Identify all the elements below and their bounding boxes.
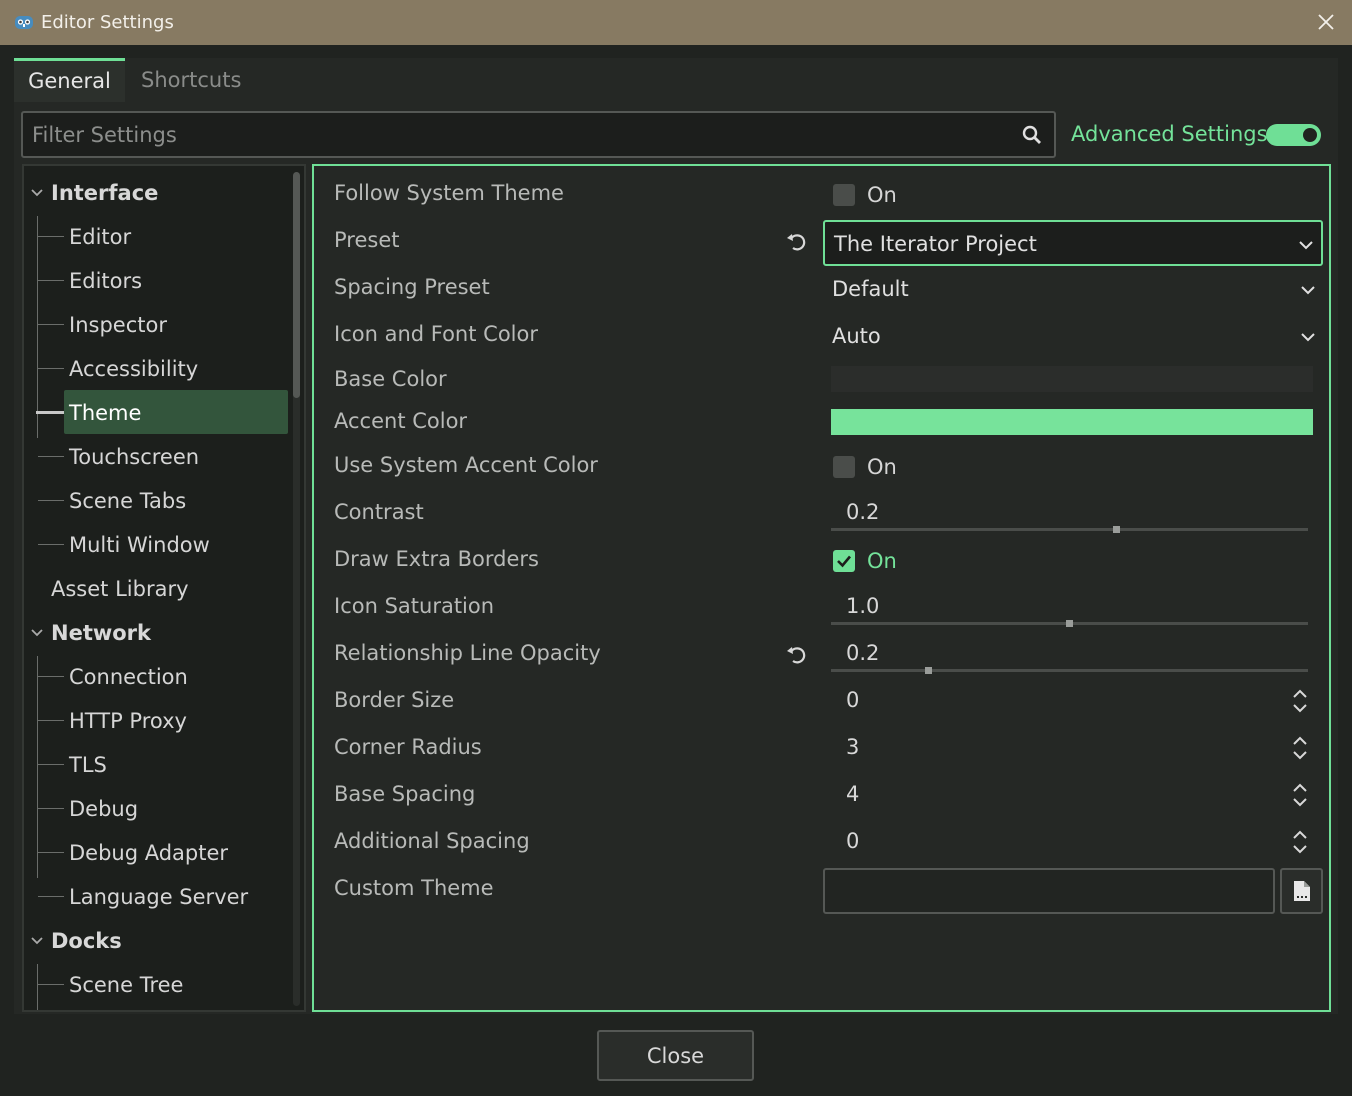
tree-item-touchscreen[interactable]: Touchscreen [24, 434, 294, 478]
chevron-down-icon[interactable] [30, 186, 44, 200]
tree-item-theme[interactable]: Theme [24, 390, 294, 434]
spacing-preset-value: Default [832, 277, 909, 301]
window-title: Editor Settings [41, 12, 174, 33]
prop-accent-color: Accent Color [334, 409, 468, 433]
spinner-arrows-icon[interactable] [1290, 829, 1310, 855]
corner-radius-value[interactable]: 3 [846, 735, 859, 759]
draw-extra-borders-checkbox[interactable] [833, 550, 855, 572]
custom-theme-path-input[interactable] [823, 868, 1275, 914]
prop-contrast: Contrast [334, 500, 424, 524]
prop-preset: Preset [334, 228, 400, 252]
tree-section-label: Network [51, 621, 152, 645]
file-browse-button[interactable] [1280, 868, 1323, 914]
tree-item-inspector[interactable]: Inspector [24, 302, 294, 346]
prop-follow-system-theme: Follow System Theme [334, 181, 564, 205]
godot-icon [15, 16, 33, 29]
accent-color-swatch[interactable] [831, 409, 1313, 435]
prop-relationship-line-opacity: Relationship Line Opacity [334, 641, 601, 665]
follow-system-theme-checkbox[interactable] [833, 184, 855, 206]
additional-spacing-value[interactable]: 0 [846, 829, 859, 853]
prop-icon-saturation: Icon Saturation [334, 594, 495, 618]
preset-dropdown[interactable]: The Iterator Project [823, 220, 1323, 266]
slider-grabber[interactable] [1113, 526, 1120, 533]
tree-item-editors[interactable]: Editors [24, 258, 294, 302]
chevron-down-icon [1301, 286, 1315, 295]
chevron-down-icon [1301, 333, 1315, 342]
prop-custom-theme: Custom Theme [334, 876, 494, 900]
prop-spacing-preset: Spacing Preset [334, 275, 490, 299]
checkbox-label: On [867, 549, 897, 573]
checkbox-label: On [867, 455, 897, 479]
tree-section-label: Docks [51, 929, 122, 953]
tree-section-network[interactable]: Network [24, 610, 294, 654]
tree-section-docks[interactable]: Docks [24, 918, 294, 962]
tree-item-scene-tree[interactable]: Scene Tree [24, 962, 294, 1006]
tab-general[interactable]: General [14, 58, 125, 102]
advanced-settings-label: Advanced Settings [1071, 122, 1268, 146]
icon-saturation-value[interactable]: 1.0 [846, 594, 879, 618]
slider-grabber[interactable] [925, 667, 932, 674]
spinner-arrows-icon[interactable] [1290, 688, 1310, 714]
tree-item-multi-window[interactable]: Multi Window [24, 522, 294, 566]
prop-additional-spacing: Additional Spacing [334, 829, 530, 853]
tree-section-asset-library[interactable]: Asset Library [24, 566, 294, 610]
prop-use-system-accent: Use System Accent Color [334, 453, 598, 477]
chevron-down-icon[interactable] [30, 626, 44, 640]
tree-item-editor[interactable]: Editor [24, 214, 294, 258]
prop-base-spacing: Base Spacing [334, 782, 476, 806]
filter-settings-input[interactable]: Filter Settings [21, 111, 1056, 158]
prop-draw-extra-borders: Draw Extra Borders [334, 547, 539, 571]
slider-grabber[interactable] [1066, 620, 1073, 627]
border-size-value[interactable]: 0 [846, 688, 859, 712]
advanced-settings-toggle[interactable] [1266, 124, 1321, 146]
icon-font-color-dropdown[interactable]: Auto [823, 314, 1323, 360]
spinner-arrows-icon[interactable] [1290, 782, 1310, 808]
filter-placeholder: Filter Settings [32, 123, 177, 147]
contrast-value[interactable]: 0.2 [846, 500, 879, 524]
icon-saturation-slider[interactable] [831, 620, 1308, 627]
tab-shortcuts[interactable]: Shortcuts [141, 58, 241, 102]
contrast-slider[interactable] [831, 526, 1308, 533]
search-icon [1022, 125, 1041, 144]
prop-base-color: Base Color [334, 367, 447, 391]
tree-item-language-server[interactable]: Language Server [24, 874, 294, 918]
chevron-down-icon[interactable] [30, 934, 44, 948]
settings-tree: Interface Editor Editors Inspector Acces… [22, 164, 306, 1012]
close-icon[interactable] [1314, 10, 1338, 34]
base-color-swatch[interactable] [831, 366, 1313, 392]
checkmark-icon [837, 555, 851, 568]
spacing-preset-dropdown[interactable]: Default [823, 267, 1323, 313]
checkbox-label: On [867, 183, 897, 207]
use-system-accent-checkbox[interactable] [833, 456, 855, 478]
base-spacing-value[interactable]: 4 [846, 782, 859, 806]
revert-icon[interactable] [785, 643, 809, 667]
tree-item-debug-adapter[interactable]: Debug Adapter [24, 830, 294, 874]
file-icon [1294, 881, 1310, 901]
spinner-arrows-icon[interactable] [1290, 735, 1310, 761]
relationship-line-opacity-slider[interactable] [831, 667, 1308, 674]
tree-item-debug[interactable]: Debug [24, 786, 294, 830]
preset-value: The Iterator Project [834, 232, 1037, 256]
tree-item-accessibility[interactable]: Accessibility [24, 346, 294, 390]
prop-icon-font-color: Icon and Font Color [334, 322, 538, 346]
inspector-panel: Follow System Theme On Preset The Iterat… [312, 164, 1331, 1012]
close-button[interactable]: Close [597, 1030, 754, 1081]
tree-item-scene-tabs[interactable]: Scene Tabs [24, 478, 294, 522]
prop-corner-radius: Corner Radius [334, 735, 482, 759]
chevron-down-icon [1299, 241, 1313, 250]
tree-item-connection[interactable]: Connection [24, 654, 294, 698]
tree-section-label: Interface [51, 181, 159, 205]
icon-font-color-value: Auto [832, 324, 881, 348]
scroll-thumb[interactable] [293, 172, 300, 398]
prop-border-size: Border Size [334, 688, 455, 712]
tree-scrollbar[interactable] [293, 172, 300, 1006]
tree-item-http-proxy[interactable]: HTTP Proxy [24, 698, 294, 742]
tree-item-tls[interactable]: TLS [24, 742, 294, 786]
title-bar: Editor Settings [0, 0, 1352, 45]
tree-section-interface[interactable]: Interface [24, 170, 294, 214]
relationship-line-opacity-value[interactable]: 0.2 [846, 641, 879, 665]
revert-icon[interactable] [785, 230, 809, 254]
